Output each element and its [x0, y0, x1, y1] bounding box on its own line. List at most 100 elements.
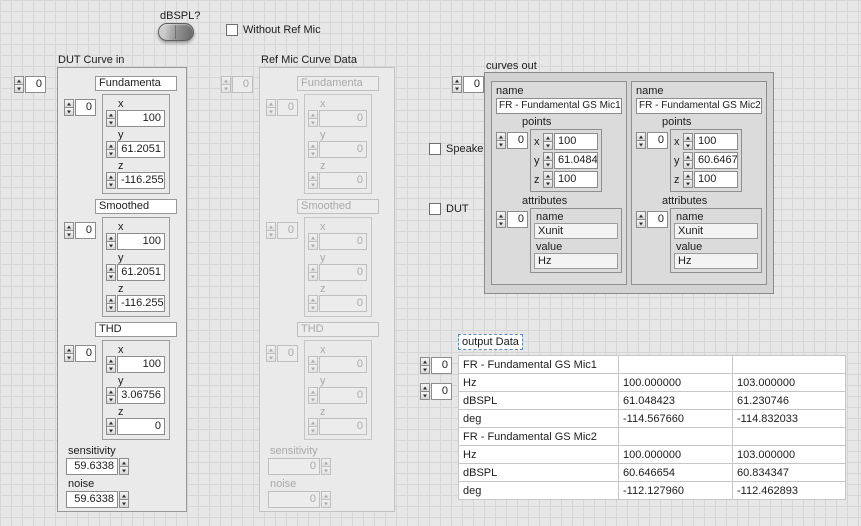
decrement-button[interactable]	[544, 142, 552, 149]
decrement-button[interactable]	[107, 365, 115, 372]
numeric-input[interactable]: 0	[106, 418, 165, 435]
index-value[interactable]: 0	[232, 76, 253, 93]
decrement-button[interactable]	[684, 142, 692, 149]
dut-checkbox[interactable]: DUT	[429, 202, 469, 216]
sensitivity-field[interactable]: 0	[268, 458, 394, 475]
section-name-field[interactable]: THD	[95, 322, 177, 337]
section-index-control[interactable]: 0	[266, 222, 298, 239]
section-index-control[interactable]: 0	[266, 345, 298, 362]
spinner[interactable]	[543, 152, 553, 169]
numeric-value[interactable]: 0	[319, 356, 367, 373]
index-value[interactable]: 0	[75, 222, 96, 239]
decrement-button[interactable]	[544, 161, 552, 168]
numeric-value[interactable]: 0	[268, 458, 320, 475]
spinner[interactable]	[683, 152, 693, 169]
table-cell[interactable]: 103.000000	[733, 374, 846, 392]
decrement-button[interactable]	[120, 500, 128, 507]
numeric-value[interactable]: 100	[554, 171, 598, 188]
decrement-button[interactable]	[309, 427, 317, 434]
decrement-button[interactable]	[453, 85, 461, 92]
spinner[interactable]	[321, 491, 331, 508]
increment-button[interactable]	[544, 153, 552, 161]
table-cell[interactable]: Hz	[459, 374, 619, 392]
decrement-button[interactable]	[309, 396, 317, 403]
numeric-input[interactable]: 61.2051	[106, 141, 165, 158]
index-value[interactable]: 0	[75, 345, 96, 362]
numeric-input[interactable]: 61.2051	[106, 264, 165, 281]
decrement-button[interactable]	[684, 161, 692, 168]
decrement-button[interactable]	[497, 141, 505, 148]
increment-button[interactable]	[107, 234, 115, 242]
decrement-button[interactable]	[107, 181, 115, 188]
spinner[interactable]	[106, 356, 116, 373]
table-cell[interactable]: FR - Fundamental GS Mic1	[459, 356, 619, 374]
output-column-index-control[interactable]: 0	[420, 383, 452, 400]
decrement-button[interactable]	[309, 304, 317, 311]
decrement-button[interactable]	[322, 467, 330, 474]
decrement-button[interactable]	[309, 181, 317, 188]
spinner[interactable]	[266, 345, 276, 362]
spinner[interactable]	[496, 211, 506, 228]
table-cell[interactable]	[619, 428, 733, 446]
increment-button[interactable]	[309, 234, 317, 242]
attr-value-field[interactable]: Hz	[534, 253, 618, 269]
spinner[interactable]	[308, 172, 318, 189]
increment-button[interactable]	[544, 134, 552, 142]
numeric-value[interactable]: 100	[554, 133, 598, 150]
increment-button[interactable]	[309, 265, 317, 273]
decrement-button[interactable]	[107, 427, 115, 434]
decrement-button[interactable]	[309, 150, 317, 157]
increment-button[interactable]	[120, 492, 128, 500]
decrement-button[interactable]	[222, 85, 230, 92]
increment-button[interactable]	[107, 296, 115, 304]
table-cell[interactable]: 100.000000	[619, 374, 733, 392]
numeric-input[interactable]: -116.255	[106, 172, 165, 189]
decrement-button[interactable]	[15, 85, 23, 92]
table-cell[interactable]: -114.832033	[733, 410, 846, 428]
increment-button[interactable]	[322, 459, 330, 467]
increment-button[interactable]	[421, 384, 429, 392]
numeric-input[interactable]: 100	[106, 233, 165, 250]
output-data-table[interactable]: FR - Fundamental GS Mic1 Hz 100.000000 1…	[458, 355, 846, 500]
increment-button[interactable]	[309, 111, 317, 119]
numeric-input[interactable]: 0	[308, 264, 367, 281]
spinner[interactable]	[106, 418, 116, 435]
table-cell[interactable]	[619, 356, 733, 374]
increment-button[interactable]	[107, 357, 115, 365]
ref-array-index-control[interactable]: 0	[221, 76, 253, 93]
attr-name-field[interactable]: Xunit	[674, 223, 758, 239]
points-index-control[interactable]: 0	[496, 132, 528, 149]
increment-button[interactable]	[107, 173, 115, 181]
table-cell[interactable]: -112.127960	[619, 482, 733, 500]
table-cell[interactable]: 61.230746	[733, 392, 846, 410]
decrement-button[interactable]	[421, 366, 429, 373]
checkbox-box[interactable]	[429, 203, 441, 215]
decrement-button[interactable]	[544, 180, 552, 187]
increment-button[interactable]	[267, 223, 275, 231]
without-ref-mic-checkbox[interactable]: Without Ref Mic	[226, 23, 321, 37]
decrement-button[interactable]	[637, 220, 645, 227]
increment-button[interactable]	[309, 388, 317, 396]
decrement-button[interactable]	[267, 108, 275, 115]
increment-button[interactable]	[120, 459, 128, 467]
numeric-value[interactable]: 100	[694, 133, 738, 150]
table-cell[interactable]: -112.462893	[733, 482, 846, 500]
increment-button[interactable]	[497, 133, 505, 141]
spinner[interactable]	[266, 99, 276, 116]
numeric-input[interactable]: 0	[308, 172, 367, 189]
numeric-input[interactable]: 100	[106, 110, 165, 127]
section-name-field[interactable]: Smoothed	[95, 199, 177, 214]
attributes-index-control[interactable]: 0	[496, 211, 528, 228]
index-value[interactable]: 0	[647, 211, 668, 228]
section-name-field[interactable]: THD	[297, 322, 379, 337]
numeric-value[interactable]: 61.2051	[117, 264, 165, 281]
numeric-value[interactable]: 0	[319, 233, 367, 250]
spinner[interactable]	[496, 132, 506, 149]
table-cell[interactable]	[733, 356, 846, 374]
section-name-field[interactable]: Smoothed	[297, 199, 379, 214]
spinner[interactable]	[106, 141, 116, 158]
decrement-button[interactable]	[637, 141, 645, 148]
spinner[interactable]	[221, 76, 231, 93]
increment-button[interactable]	[497, 212, 505, 220]
curve-name-field[interactable]: FR - Fundamental GS Mic2	[636, 98, 762, 114]
